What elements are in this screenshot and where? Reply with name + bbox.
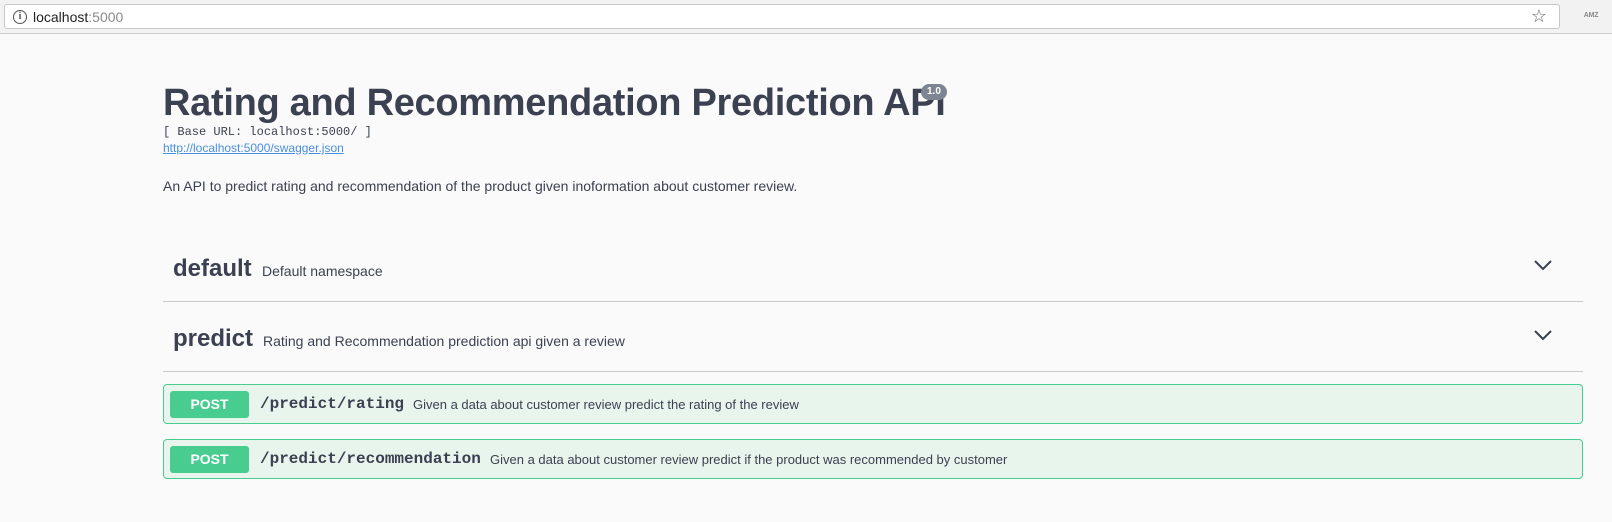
url-host: localhost [33,9,89,25]
page-title: Rating and Recommendation Prediction API [163,82,946,124]
section-predict[interactable]: predict Rating and Recommendation predic… [163,304,1583,372]
swagger-json-link[interactable]: http://localhost:5000/swagger.json [163,141,344,155]
section-name: predict [173,325,254,352]
version-badge: 1.0 [921,84,947,100]
bookmark-star-icon[interactable]: ☆ [1531,6,1547,26]
browser-toolbar: i localhost:5000 ☆ AMZ [0,0,1612,34]
section-description: Rating and Recommendation prediction api… [263,333,625,349]
url-port: :5000 [88,9,124,25]
chevron-down-icon[interactable] [1533,258,1553,272]
address-url[interactable]: localhost:5000 [33,9,123,25]
operation-predict-rating[interactable]: POST /predict/rating Given a data about … [163,384,1583,424]
section-default[interactable]: default Default namespace [163,234,1583,302]
operation-predict-recommendation[interactable]: POST /predict/recommendation Given a dat… [163,439,1583,479]
chevron-down-icon[interactable] [1533,328,1553,342]
method-badge: POST [170,391,249,418]
operation-path: /predict/rating [260,395,405,413]
operation-summary: Given a data about customer review predi… [413,397,799,412]
api-title-row: Rating and Recommendation Prediction API… [163,81,947,125]
section-name: default [173,255,252,282]
api-description: An API to predict rating and recommendat… [163,178,798,194]
section-description: Default namespace [262,263,383,279]
extension-icon[interactable]: AMZ [1580,9,1602,23]
base-url: [ Base URL: localhost:5000/ ] [163,125,372,139]
site-info-icon[interactable]: i [13,10,27,24]
method-badge: POST [170,446,249,473]
address-bar[interactable]: i localhost:5000 ☆ [4,4,1560,29]
operation-path: /predict/recommendation [260,450,481,468]
operation-summary: Given a data about customer review predi… [490,452,1008,467]
